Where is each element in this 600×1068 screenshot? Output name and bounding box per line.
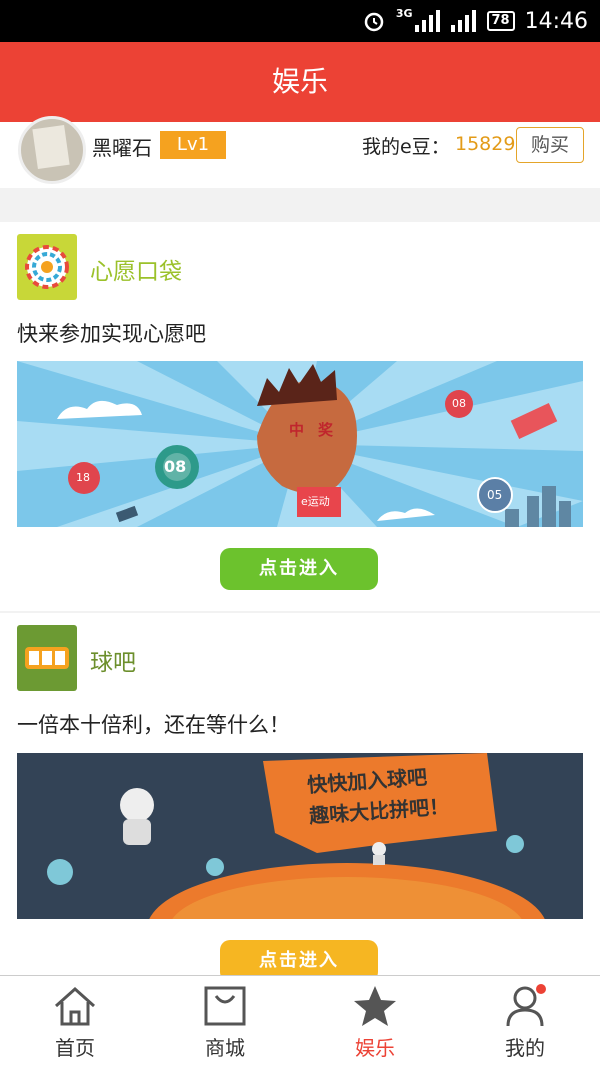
tab-label: 娱乐: [355, 1036, 395, 1060]
status-icons: 3G 78 14:46: [362, 6, 588, 36]
alarm-icon: [364, 12, 384, 32]
wish-pocket-banner[interactable]: 中奖 e运动 18 08 08 05: [17, 361, 583, 527]
username: 黑曜石: [92, 136, 152, 160]
signal-icon-2: [450, 10, 476, 32]
ball-bar-banner[interactable]: 快快加入球吧 趣味大比拼吧！: [17, 753, 583, 919]
section-wish-pocket: 心愿口袋 快来参加实现心愿吧 中奖 e运动 18 08 08 05 点击进入: [0, 222, 600, 611]
section-ball-bar: 球吧 一倍本十倍利，还在等什么！ 快快加入球吧 趣味大比拼吧！ 点击进入: [0, 613, 600, 982]
shopping-bag-icon: [204, 986, 246, 1026]
signal-icon: [414, 10, 440, 32]
page-title: 娱乐: [271, 65, 328, 98]
network-type: 3G: [395, 6, 413, 20]
banner-ball-4: 05: [487, 488, 503, 502]
notification-badge: [536, 984, 546, 994]
tab-entertainment[interactable]: 娱乐: [300, 976, 450, 1068]
banner-ball-2: 08: [164, 457, 187, 476]
profile-strip: 黑曜石 Lv1 我的e豆： 15829 购买: [0, 116, 600, 188]
status-bar: 3G 78 14:46: [0, 0, 600, 42]
clock: 14:46: [524, 8, 588, 34]
wish-pocket-enter-button[interactable]: 点击进入: [220, 548, 378, 590]
banner-illustration: [17, 361, 583, 527]
battery-icon: 78: [486, 11, 515, 31]
beans-value: 15829: [455, 133, 516, 155]
wish-pocket-icon[interactable]: [17, 234, 77, 300]
section-description: 快来参加实现心愿吧: [17, 322, 206, 346]
buy-button[interactable]: 购买: [516, 127, 584, 163]
tab-label: 我的: [505, 1036, 545, 1060]
level-badge: Lv1: [160, 131, 226, 159]
section-title[interactable]: 球吧: [90, 643, 136, 677]
tab-label: 首页: [55, 1036, 95, 1060]
banner-badge-text: e运动: [301, 495, 330, 508]
ball-bar-icon[interactable]: [17, 625, 77, 691]
bottom-tab-bar: 首页 商城 娱乐 我的: [0, 975, 600, 1068]
star-icon: [354, 986, 396, 1026]
avatar[interactable]: [18, 116, 86, 184]
banner-illustration: [47, 753, 545, 919]
app-bar: 娱乐: [0, 42, 600, 122]
home-icon: [54, 986, 96, 1026]
tab-label: 商城: [205, 1036, 245, 1060]
beans-label: 我的e豆：: [362, 136, 450, 158]
tab-mall[interactable]: 商城: [150, 976, 300, 1068]
section-title[interactable]: 心愿口袋: [90, 252, 182, 286]
section-description: 一倍本十倍利，还在等什么！: [17, 713, 290, 737]
banner-ball-3: 08: [452, 397, 466, 410]
banner-ball-1: 18: [76, 471, 90, 484]
tab-home[interactable]: 首页: [0, 976, 150, 1068]
banner-prize-text: 中奖: [289, 421, 348, 439]
tab-mine[interactable]: 我的: [450, 976, 600, 1068]
